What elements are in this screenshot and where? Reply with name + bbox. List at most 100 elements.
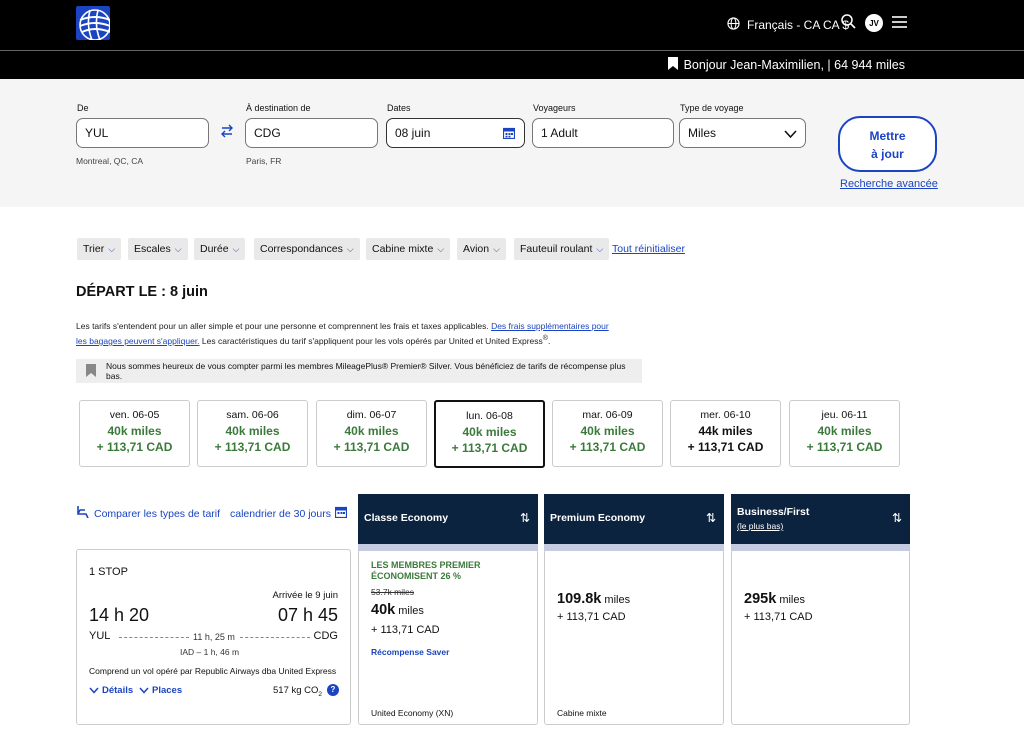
- date-label: lun. 06-08: [466, 410, 513, 422]
- date-card[interactable]: sam. 06-06 40k miles + 113,71 CAD: [197, 400, 308, 467]
- language-label: Français - CA CA $: [747, 18, 850, 32]
- date-miles: 40k miles: [107, 424, 162, 438]
- dates-field[interactable]: 08 juin: [386, 118, 525, 148]
- filter-connections[interactable]: Correspondances ⌵: [254, 238, 360, 260]
- column-header-economy[interactable]: Classe Economy ⇅: [358, 494, 538, 551]
- date-card[interactable]: mar. 06-09 40k miles + 113,71 CAD: [552, 400, 663, 467]
- date-price: + 113,71 CAD: [687, 440, 764, 454]
- chevron-down-icon: [784, 128, 797, 142]
- chevron-down-icon: ⌵: [493, 243, 500, 254]
- sort-arrows-icon[interactable]: ⇅: [520, 511, 530, 525]
- reset-filters-link[interactable]: Tout réinitialiser: [612, 243, 685, 255]
- 30-day-calendar-link[interactable]: calendrier de 30 jours: [230, 506, 348, 521]
- trip-type-select[interactable]: Miles: [679, 118, 806, 148]
- trip-type-value: Miles: [688, 126, 717, 140]
- fare-price: + 113,71 CAD: [744, 611, 813, 623]
- united-globe-logo[interactable]: [76, 6, 110, 40]
- trip-type-label: Type de voyage: [680, 103, 744, 113]
- filter-mixed-cabin[interactable]: Cabine mixte ⌵: [366, 238, 451, 260]
- search-icon[interactable]: [841, 14, 856, 34]
- calendar-icon: [502, 127, 516, 142]
- hamburger-menu-icon[interactable]: [892, 15, 907, 34]
- flight-summary-card[interactable]: 1 STOP Arrivée le 9 juin 14 h 20 07 h 45…: [76, 549, 351, 725]
- arrival-note: Arrivée le 9 juin: [272, 590, 338, 601]
- lowest-fare-note[interactable]: (le plus bas): [737, 521, 783, 531]
- date-label: jeu. 06-11: [821, 409, 868, 421]
- date-miles: 40k miles: [817, 424, 872, 438]
- fare-price: + 113,71 CAD: [371, 624, 440, 636]
- column-title: Premium Economy: [550, 512, 646, 524]
- miles-unit: miles: [776, 594, 805, 606]
- date-card-selected[interactable]: lun. 06-08 40k miles + 113,71 CAD: [434, 400, 545, 468]
- to-value: CDG: [254, 126, 281, 140]
- greeting-bar: Bonjour Jean-Maximilien, | 64 944 miles: [0, 51, 1024, 79]
- filter-label: Cabine mixte: [372, 243, 434, 255]
- column-header-premium[interactable]: Premium Economy ⇅: [544, 494, 724, 551]
- advanced-search-link[interactable]: Recherche avancée: [840, 178, 938, 190]
- dates-value: 08 juin: [395, 126, 431, 140]
- miles-amount: 109.8k: [557, 591, 602, 607]
- chevron-down-icon: ⌵: [346, 243, 354, 254]
- date-label: dim. 06-07: [346, 409, 397, 421]
- date-price: + 113,71 CAD: [451, 441, 528, 455]
- filter-duration[interactable]: Durée ⌵: [194, 238, 246, 260]
- calendar-icon: [334, 506, 348, 521]
- fare-card-economy[interactable]: LES MEMBRES PREMIER ÉCONOMISENT 26 % 53.…: [358, 549, 538, 725]
- compare-label: Comparer les types de tarif: [94, 507, 221, 520]
- chevron-down-icon: ⌵: [174, 243, 182, 254]
- fare-card-premium[interactable]: 109.8k miles + 113,71 CAD Cabine mixte: [544, 549, 724, 725]
- from-value: YUL: [85, 126, 109, 140]
- from-field[interactable]: YUL: [76, 118, 209, 148]
- filter-stops[interactable]: Escales ⌵: [128, 238, 188, 260]
- compare-fare-types-link[interactable]: Comparer les types de tarif: [76, 506, 220, 521]
- banner-text: Nous sommes heureux de vous compter parm…: [106, 361, 626, 381]
- seats-toggle[interactable]: Places: [139, 685, 182, 696]
- details-toggle[interactable]: Détails: [89, 685, 133, 696]
- bookmark-icon: [667, 57, 678, 73]
- sort-arrows-icon[interactable]: ⇅: [706, 511, 716, 525]
- travelers-field[interactable]: 1 Adult: [532, 118, 674, 148]
- date-miles: 44k miles: [698, 424, 753, 438]
- promo-label: LES MEMBRES PREMIER ÉCONOMISENT 26 %: [371, 560, 481, 581]
- fare-type-link[interactable]: Récompense Saver: [371, 647, 449, 657]
- sort-arrows-icon[interactable]: ⇅: [892, 511, 902, 525]
- greeting-text[interactable]: Bonjour Jean-Maximilien, | 64 944 miles: [684, 58, 905, 72]
- filter-label: Correspondances: [260, 243, 343, 255]
- filter-aircraft[interactable]: Avion ⌵: [457, 238, 506, 260]
- fare-card-business[interactable]: 295k miles + 113,71 CAD: [731, 549, 910, 725]
- date-card[interactable]: dim. 06-07 40k miles + 113,71 CAD: [316, 400, 427, 467]
- language-selector[interactable]: Français - CA CA $: [727, 15, 849, 35]
- date-label: sam. 06-06: [226, 409, 279, 421]
- origin-code: YUL: [89, 630, 111, 642]
- info-icon[interactable]: ?: [327, 684, 339, 696]
- chevron-down-icon: ⌵: [596, 243, 604, 254]
- fare-cabin-note: Cabine mixte: [557, 708, 607, 718]
- flight-duration: 11 h, 25 m: [193, 632, 235, 642]
- swap-arrows-icon[interactable]: [220, 124, 234, 141]
- date-card[interactable]: jeu. 06-11 40k miles + 113,71 CAD: [789, 400, 900, 467]
- column-header-business[interactable]: Business/First (le plus bas) ⇅: [731, 494, 910, 551]
- route-line: [240, 637, 310, 638]
- filter-label: Fauteuil roulant: [520, 243, 593, 255]
- premier-status-banner: Nous sommes heureux de vous compter parm…: [76, 359, 642, 383]
- filter-wheelchair[interactable]: Fauteuil roulant ⌵: [514, 238, 610, 260]
- operated-by-note: Comprend un vol opéré par Republic Airwa…: [89, 666, 337, 676]
- update-search-button[interactable]: Mettre à jour: [838, 116, 937, 172]
- update-line-2: à jour: [871, 147, 904, 161]
- fare-miles: 109.8k miles: [557, 591, 630, 607]
- page-title: DÉPART LE : 8 juin: [76, 284, 208, 300]
- user-avatar[interactable]: JV: [865, 14, 883, 32]
- filter-sort[interactable]: Trier ⌵: [77, 238, 122, 260]
- notice-end: .: [548, 335, 551, 346]
- to-field[interactable]: CDG: [245, 118, 378, 148]
- destination-code: CDG: [313, 630, 338, 642]
- dates-label: Dates: [387, 103, 411, 113]
- date-miles: 40k miles: [344, 424, 399, 438]
- calendar-label: calendrier de 30 jours: [230, 507, 331, 520]
- from-label: De: [77, 103, 89, 113]
- date-card[interactable]: mer. 06-10 44k miles + 113,71 CAD: [670, 400, 781, 467]
- fare-notice: Les tarifs s'entendent pour un aller sim…: [76, 320, 616, 347]
- original-miles: 53.7k miles: [371, 587, 414, 597]
- date-price: + 113,71 CAD: [569, 440, 646, 454]
- date-card[interactable]: ven. 06-05 40k miles + 113,71 CAD: [79, 400, 190, 467]
